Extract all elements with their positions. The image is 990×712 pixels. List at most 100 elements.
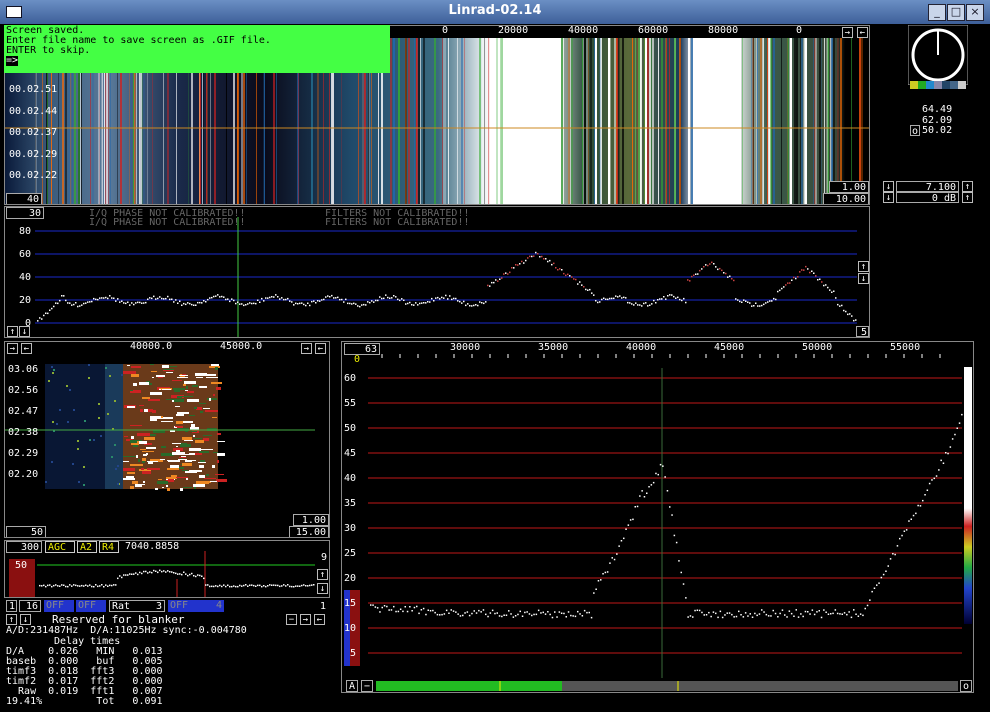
wide-scale-up-arrow[interactable]: ↑ bbox=[7, 326, 18, 337]
off-button-3[interactable]: OFF 4 bbox=[168, 600, 224, 612]
main-freq-ruler[interactable] bbox=[391, 26, 831, 38]
blanker-up-arrow[interactable]: ↑ bbox=[6, 614, 17, 625]
baseband-scale-bottom: 1 bbox=[320, 601, 327, 612]
afc-y-label: 5 bbox=[350, 648, 357, 659]
afc-y-label: 30 bbox=[344, 523, 357, 534]
main-freq-label: 60000 bbox=[638, 25, 669, 36]
baseband-left-value: 50 bbox=[15, 560, 28, 571]
blanker-label: Reserved for blanker bbox=[52, 613, 185, 626]
hires-time-label: 02.56 bbox=[8, 385, 39, 396]
channel-num-box[interactable]: 1 bbox=[6, 600, 17, 612]
baseband-panel[interactable]: 300 AGC A2 R4 7040.8858 50 9 ↑ ↓ bbox=[4, 540, 330, 598]
minimize-button[interactable]: _ bbox=[928, 4, 946, 21]
time-label: 00.02.22 bbox=[9, 170, 58, 181]
s-meter-dial bbox=[908, 25, 968, 85]
waterfall-gain-box[interactable]: 1.00 bbox=[829, 181, 869, 193]
time-label: 00.02.29 bbox=[9, 149, 58, 160]
close-button[interactable]: × bbox=[966, 4, 984, 21]
baseband-down-arrow[interactable]: ↓ bbox=[317, 583, 328, 594]
ad-da-info: A/D:231487Hz D/A:11025Hz sync:-0.004780 bbox=[6, 625, 247, 636]
hires-time-label: 02.38 bbox=[8, 427, 39, 438]
afc-o-button[interactable]: o bbox=[960, 680, 972, 692]
off3-value: 4 bbox=[215, 600, 222, 611]
afc-y-label: 60 bbox=[344, 373, 357, 384]
afc-y-label: 50 bbox=[344, 423, 357, 434]
wide-scale-down-arrow[interactable]: ↓ bbox=[19, 326, 30, 337]
wide-y-label: 60 bbox=[19, 249, 32, 260]
waterfall-zero-box[interactable]: 10.00 bbox=[823, 193, 869, 204]
hires-time-label: 03.06 bbox=[8, 364, 39, 375]
hires-time-label: 02.47 bbox=[8, 406, 39, 417]
afc-spectrum[interactable]: 63 0 30000 35000 40000 45000 50000 55000 bbox=[341, 341, 974, 693]
time-label: 00.02.44 bbox=[9, 106, 58, 117]
delay-row: 19.41% Tot 0.091 bbox=[6, 696, 163, 707]
rat-label: Rat bbox=[112, 601, 131, 612]
bits-box[interactable]: 16 bbox=[19, 600, 41, 612]
blanker-down-arrow[interactable]: ↓ bbox=[20, 614, 31, 625]
off3-label: OFF bbox=[170, 600, 189, 611]
window-title: Linrad-02.14 bbox=[448, 3, 542, 18]
wide-y-label: 20 bbox=[19, 295, 32, 306]
main-freq-label: 0 bbox=[442, 25, 449, 36]
wide-spectrum-scale-box[interactable]: 5 bbox=[856, 326, 869, 337]
s-meter-value: 50.02 bbox=[922, 125, 953, 136]
main-freq-label: 40000 bbox=[568, 25, 599, 36]
wide-up-arrow[interactable]: ↑ bbox=[858, 261, 869, 272]
wide-spectrum-avg-box[interactable]: 30 bbox=[6, 207, 44, 219]
afc-y-label: 55 bbox=[344, 398, 357, 409]
afc-y-label: 15 bbox=[344, 598, 357, 609]
rat-value: 3 bbox=[155, 601, 162, 612]
gain-down-arrow[interactable]: ↓ bbox=[883, 181, 894, 192]
off-button-1[interactable]: OFF bbox=[44, 600, 74, 612]
blanker-right[interactable]: → bbox=[300, 614, 311, 625]
afc-spectrum-plot bbox=[344, 354, 972, 691]
hires-avg-box[interactable]: 50 bbox=[6, 526, 46, 537]
gain-up-arrow[interactable]: ↑ bbox=[962, 181, 973, 192]
time-label: 00.02.51 bbox=[9, 84, 58, 95]
status-message-box: Screen saved. Enter file name to save sc… bbox=[4, 25, 390, 73]
status-line: ENTER to skip. bbox=[6, 45, 91, 56]
maximize-button[interactable]: □ bbox=[947, 4, 965, 21]
blanker-minus[interactable]: − bbox=[286, 614, 297, 625]
afc-y-label: 25 bbox=[344, 548, 357, 559]
main-freq-label: 0 bbox=[796, 25, 803, 36]
filter-warning: FILTERS NOT CALIBRATED!! bbox=[325, 217, 470, 228]
s-meter: 64.49 62.09 o 50.02 bbox=[908, 25, 968, 137]
wide-spectrum[interactable]: 30 I/Q PHASE NOT CALIBRATED!! FILTERS NO… bbox=[4, 206, 870, 338]
afc-y-label: 45 bbox=[344, 448, 357, 459]
scroll-left-arrow[interactable]: ← bbox=[857, 27, 868, 38]
afc-y-label: 40 bbox=[344, 473, 357, 484]
main-freq-label: 20000 bbox=[498, 25, 529, 36]
main-freq-label: 80000 bbox=[708, 25, 739, 36]
hires-gain-box[interactable]: 1.00 bbox=[293, 514, 329, 526]
wide-y-label: 80 bbox=[19, 226, 32, 237]
att-value-box[interactable]: 0 dB bbox=[896, 192, 959, 204]
off-button-2[interactable]: OFF bbox=[76, 600, 106, 612]
baseband-spectrum-plot bbox=[9, 551, 315, 597]
hires-time-label: 02.29 bbox=[8, 448, 39, 459]
att-down-arrow[interactable]: ↓ bbox=[883, 192, 894, 203]
waterfall-avg-box[interactable]: 40 bbox=[6, 193, 42, 204]
s-meter-value: 64.49 bbox=[922, 104, 953, 115]
afc-y-label: 10 bbox=[344, 623, 357, 634]
time-label: 00.02.37 bbox=[9, 127, 58, 138]
afc-minus-button[interactable]: − bbox=[361, 680, 373, 692]
att-up-arrow[interactable]: ↑ bbox=[962, 192, 973, 203]
gain-value-box[interactable]: 7.100 bbox=[896, 181, 959, 193]
s-meter-o-button[interactable]: o bbox=[910, 125, 920, 137]
afc-a-button[interactable]: A bbox=[346, 680, 358, 692]
window-titlebar: Linrad-02.14 _ □ × bbox=[0, 0, 990, 24]
blanker-left[interactable]: ← bbox=[314, 614, 325, 625]
rat-box[interactable]: Rat 3 bbox=[109, 600, 165, 612]
scroll-right-arrow[interactable]: → bbox=[842, 27, 853, 38]
wide-down-arrow[interactable]: ↓ bbox=[858, 273, 869, 284]
hires-time-label: 02.20 bbox=[8, 469, 39, 480]
baseband-up-arrow[interactable]: ↑ bbox=[317, 569, 328, 580]
hires-zero-box[interactable]: 15.00 bbox=[289, 526, 329, 537]
baseband-scale-top: 9 bbox=[321, 552, 328, 563]
s-meter-color-bar bbox=[910, 81, 966, 89]
status-prompt[interactable]: => bbox=[6, 56, 19, 66]
afc-y-label: 20 bbox=[344, 573, 357, 584]
hires-waterfall[interactable]: → ← → ← 40000.0 45000.0 03.06 02.56 02.4… bbox=[4, 341, 330, 538]
iq-warning: I/Q PHASE NOT CALIBRATED!! bbox=[89, 217, 246, 228]
